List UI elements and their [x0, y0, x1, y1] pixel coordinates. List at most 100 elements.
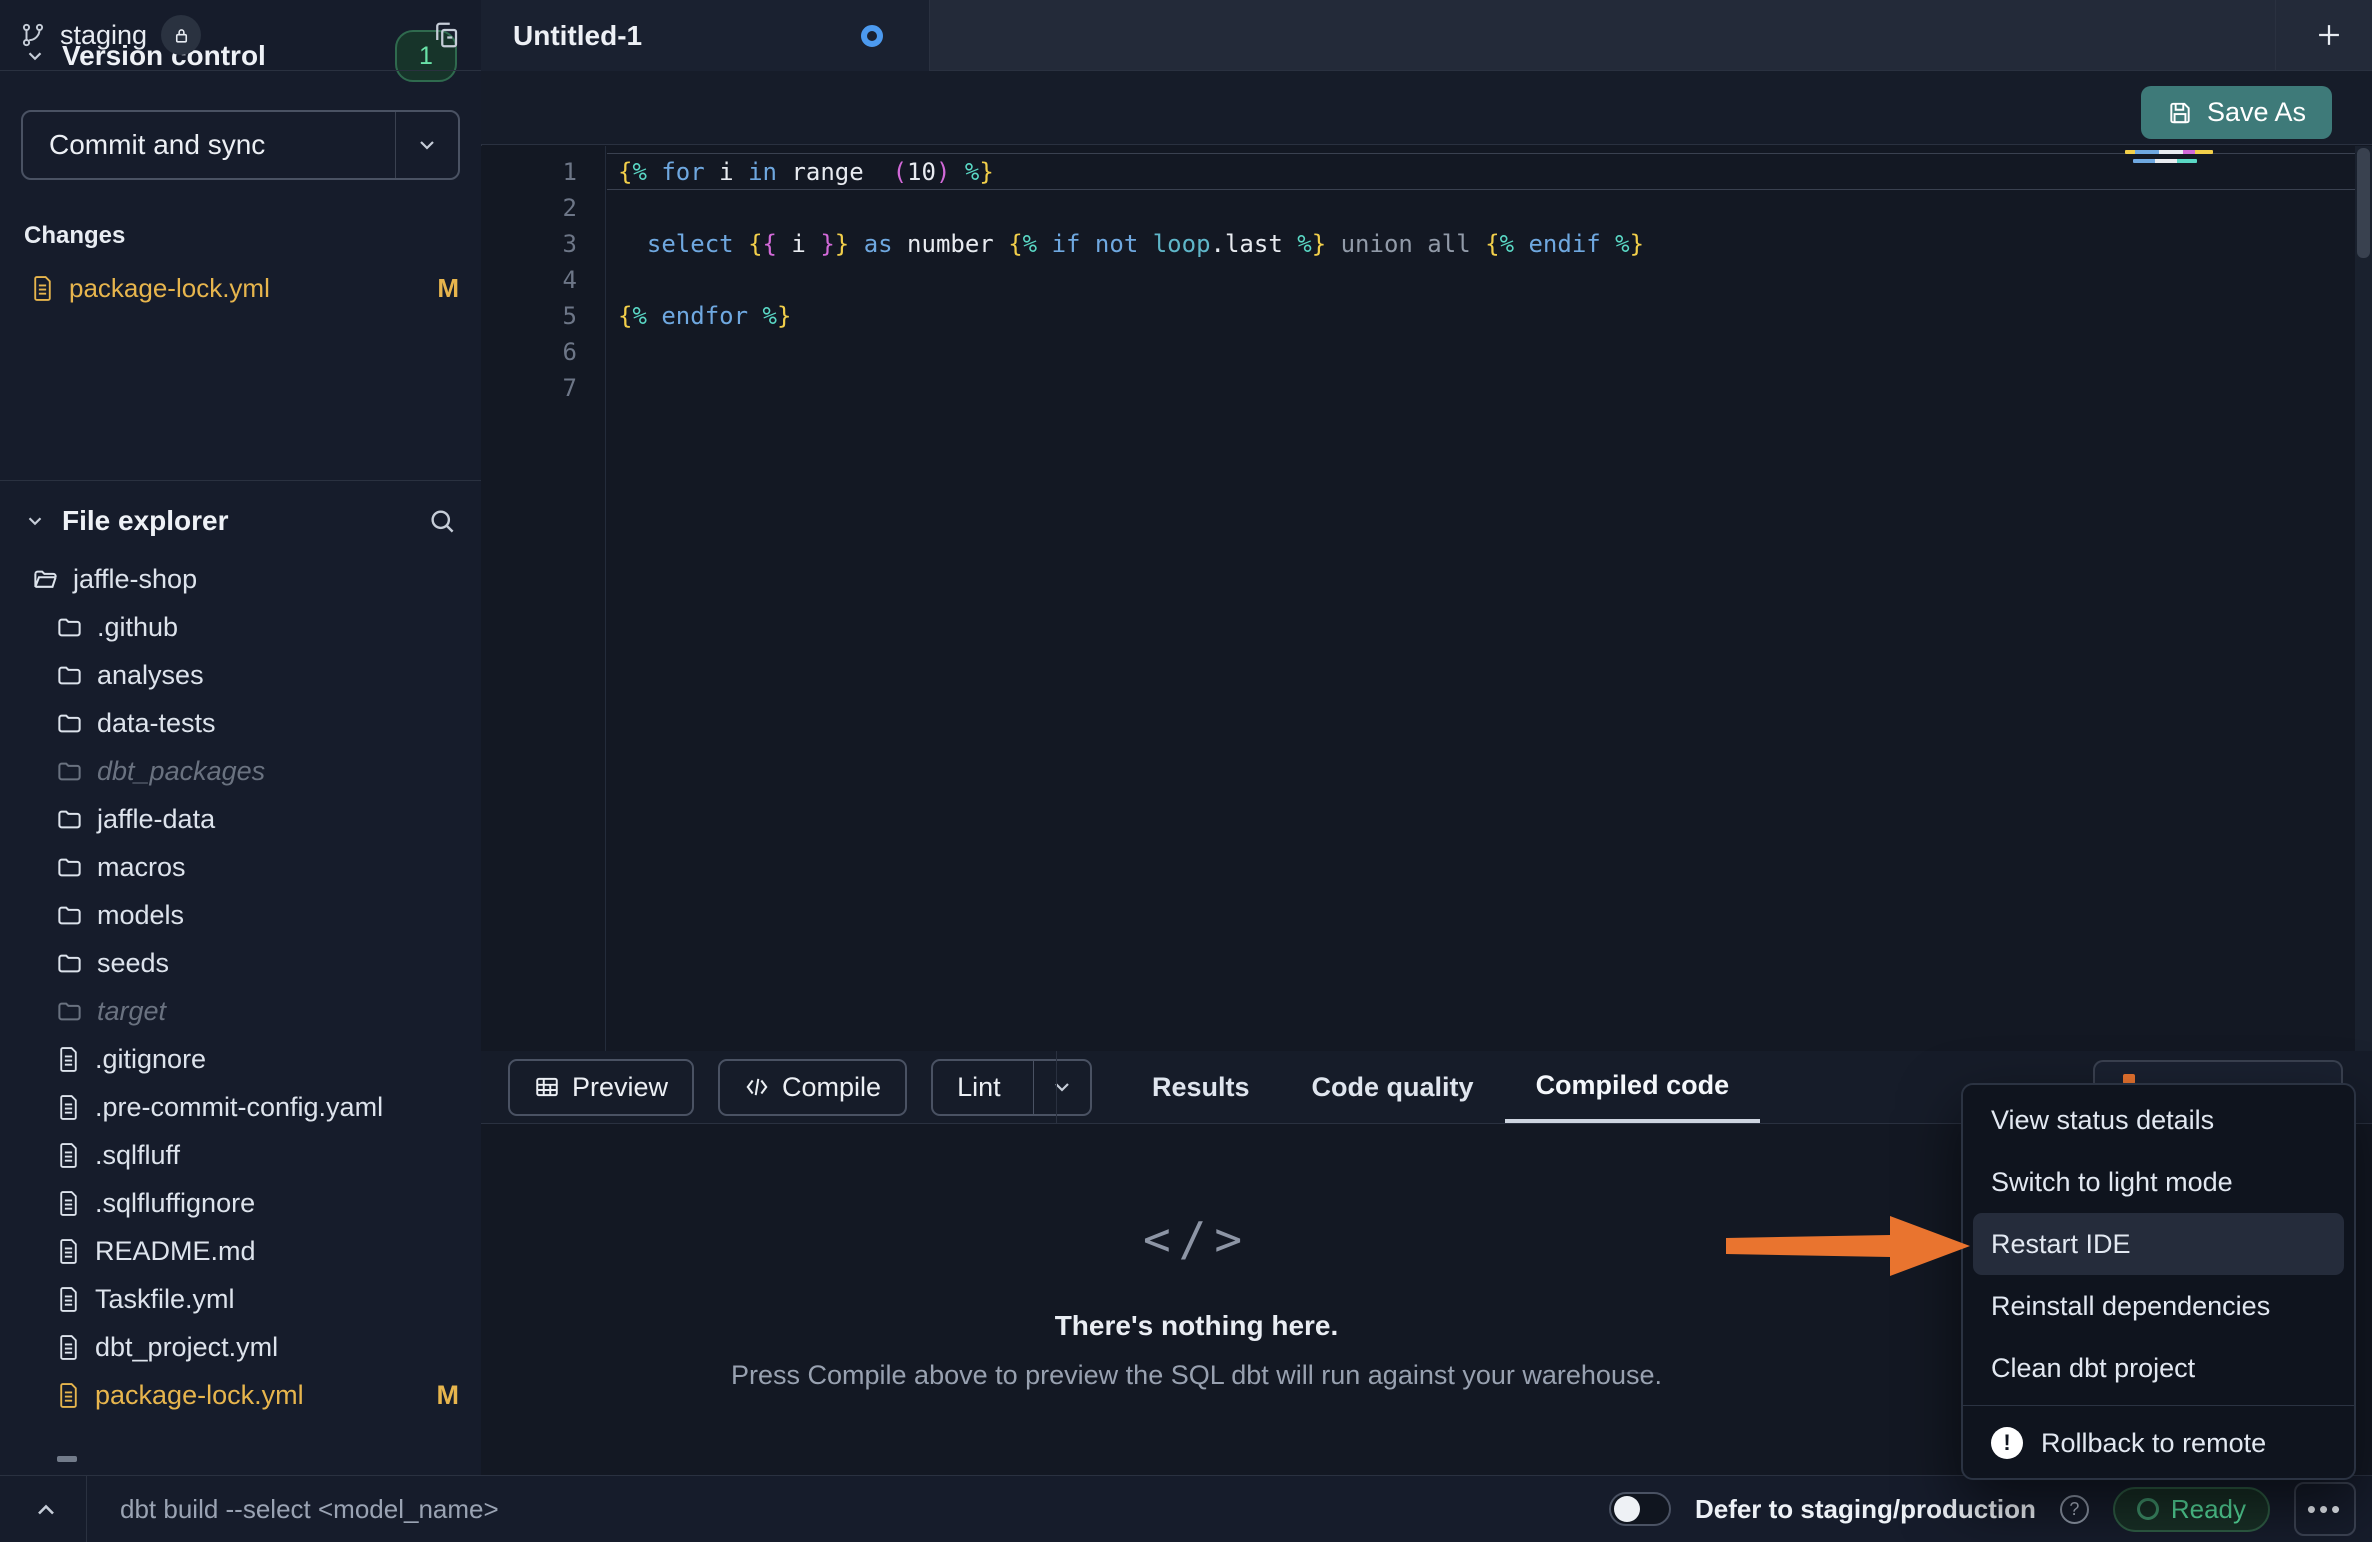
alert-icon: ! — [1991, 1427, 2023, 1459]
tree-item-data-tests[interactable]: data-tests — [0, 699, 481, 747]
code-editor[interactable]: 1234567 {% for i in range (10) %} select… — [481, 146, 2372, 1051]
modified-badge: M — [437, 1380, 460, 1411]
tree-item-label: .gitignore — [95, 1044, 206, 1075]
tabbar-divider — [2275, 0, 2276, 70]
tree-item-jaffle-shop[interactable]: jaffle-shop — [0, 555, 481, 603]
minimap — [2125, 150, 2245, 168]
tree-item--sqlfluff[interactable]: .sqlfluff — [0, 1131, 481, 1179]
tab-untitled-1[interactable]: Untitled-1 — [481, 0, 930, 71]
tree-item-label: models — [97, 900, 184, 931]
menu-item-restart-ide[interactable]: Restart IDE — [1973, 1213, 2344, 1275]
tree-item--gitignore[interactable]: .gitignore — [0, 1035, 481, 1083]
commit-and-sync-button[interactable]: Commit and sync — [21, 110, 460, 180]
menu-item-reinstall-dependencies[interactable]: Reinstall dependencies — [1963, 1275, 2354, 1337]
code-line-2[interactable] — [618, 190, 2355, 226]
line-number: 5 — [481, 298, 605, 334]
tree-item-dbt-packages[interactable]: dbt_packages — [0, 747, 481, 795]
line-number: 6 — [481, 334, 605, 370]
tree-item-label: .pre-commit-config.yaml — [95, 1092, 383, 1123]
folder-icon — [56, 998, 83, 1025]
tree-item-label: macros — [97, 852, 186, 883]
file-explorer-header[interactable]: File explorer — [24, 505, 457, 537]
file-icon — [56, 1190, 81, 1217]
preview-button[interactable]: Preview — [508, 1059, 694, 1116]
defer-toggle[interactable] — [1609, 1492, 1671, 1526]
annotation-arrow — [1716, 1210, 1978, 1282]
tree-item--sqlfluffignore[interactable]: .sqlfluffignore — [0, 1179, 481, 1227]
line-number-gutter: 1234567 — [481, 146, 606, 1051]
panel-tab-code-quality[interactable]: Code quality — [1281, 1051, 1505, 1123]
chevron-up-icon[interactable] — [32, 1496, 60, 1524]
code-line-3[interactable]: select {{ i }} as number {% if not loop.… — [618, 226, 2355, 262]
tree-item-label: package-lock.yml — [95, 1380, 304, 1411]
folder-icon — [56, 662, 83, 689]
changes-list: package-lock.ymlM — [0, 264, 481, 312]
file-tree: jaffle-shop.githubanalysesdata-tests dbt_… — [0, 555, 481, 1419]
tree-item-target[interactable]: target — [0, 987, 481, 1035]
commit-options-dropdown[interactable] — [395, 112, 458, 178]
tree-item-jaffle-data[interactable]: jaffle-data — [0, 795, 481, 843]
file-icon — [56, 1286, 81, 1313]
folder-icon — [56, 854, 83, 881]
unsaved-indicator-dot[interactable] — [861, 25, 883, 47]
tree-item-dbt-project-yml[interactable]: dbt_project.yml — [0, 1323, 481, 1371]
help-icon[interactable]: ? — [2060, 1495, 2089, 1524]
empty-state-subtitle: Press Compile above to preview the SQL d… — [481, 1360, 1912, 1391]
tree-item-taskfile-yml[interactable]: Taskfile.yml — [0, 1275, 481, 1323]
search-icon[interactable] — [427, 506, 457, 536]
folder-icon — [56, 806, 83, 833]
code-line-1[interactable]: {% for i in range (10) %} — [618, 154, 2355, 190]
line-number: 2 — [481, 190, 605, 226]
tree-item-seeds[interactable]: seeds — [0, 939, 481, 987]
tree-item-readme-md[interactable]: README.md — [0, 1227, 481, 1275]
command-bar-right: Defer to staging/production ? Ready ••• — [1609, 1476, 2356, 1542]
save-as-button[interactable]: Save As — [2141, 86, 2332, 139]
overflow-menu-button[interactable]: ••• — [2294, 1482, 2356, 1536]
code-line-4[interactable] — [618, 262, 2355, 298]
code-line-6[interactable] — [618, 334, 2355, 370]
folder-open-icon — [32, 566, 59, 593]
sidebar: staging Version control 1 C — [0, 0, 482, 1475]
file-icon — [56, 1094, 81, 1121]
scrollbar-thumb[interactable] — [2357, 148, 2370, 258]
defer-label: Defer to staging/production — [1695, 1494, 2036, 1525]
tree-item-analyses[interactable]: analyses — [0, 651, 481, 699]
file-icon — [56, 1142, 81, 1169]
tree-item--pre-commit-config-yaml[interactable]: .pre-commit-config.yaml — [0, 1083, 481, 1131]
status-badge[interactable]: Ready — [2113, 1487, 2270, 1532]
file-explorer-section: File explorer jaffle-shop.githubanalyses… — [0, 481, 481, 1475]
folder-icon — [56, 710, 83, 737]
menu-item-clean-dbt-project[interactable]: Clean dbt project — [1963, 1337, 2354, 1399]
tree-item-label: dbt_packages — [97, 756, 265, 787]
menu-item-label: Reinstall dependencies — [1991, 1291, 2270, 1322]
menu-item-switch-to-light-mode[interactable]: Switch to light mode — [1963, 1151, 2354, 1213]
changed-file-row[interactable]: package-lock.ymlM — [0, 264, 481, 312]
new-tab-button[interactable] — [2312, 18, 2346, 52]
copy-icon[interactable] — [431, 20, 461, 50]
compile-button[interactable]: Compile — [718, 1059, 907, 1116]
code-line-5[interactable]: {% endfor %} — [618, 298, 2355, 334]
code-brackets-icon — [744, 1074, 770, 1100]
git-branch-icon — [20, 22, 46, 48]
code-content[interactable]: {% for i in range (10) %} select {{ i }}… — [607, 146, 2355, 406]
ide-status-context-menu: View status detailsSwitch to light mode R… — [1961, 1083, 2356, 1480]
command-bar-divider — [86, 1476, 87, 1542]
command-input[interactable]: dbt build --select <model_name> — [120, 1476, 499, 1542]
save-icon — [2167, 100, 2193, 126]
branch-name[interactable]: staging — [60, 20, 147, 51]
editor-scrollbar[interactable] — [2355, 146, 2372, 1051]
panel-tab-compiled-code[interactable]: Compiled code — [1505, 1051, 1761, 1123]
modified-badge: M — [437, 273, 459, 304]
tree-item-macros[interactable]: macros — [0, 843, 481, 891]
tree-item-models[interactable]: models — [0, 891, 481, 939]
menu-item-rollback-to-remote[interactable]: !Rollback to remote — [1963, 1412, 2354, 1474]
panel-tab-results[interactable]: Results — [1121, 1051, 1281, 1123]
menu-item-label: Restart IDE — [1991, 1229, 2131, 1260]
tree-item-label: .sqlfluffignore — [95, 1188, 255, 1219]
chevron-down-icon[interactable] — [24, 510, 46, 532]
tree-item-package-lock-yml[interactable]: package-lock.yml M — [0, 1371, 481, 1419]
command-bar: dbt build --select <model_name> Defer to… — [0, 1475, 2372, 1542]
tree-item--github[interactable]: .github — [0, 603, 481, 651]
menu-item-view-status-details[interactable]: View status details — [1963, 1089, 2354, 1151]
code-line-7[interactable] — [618, 370, 2355, 406]
